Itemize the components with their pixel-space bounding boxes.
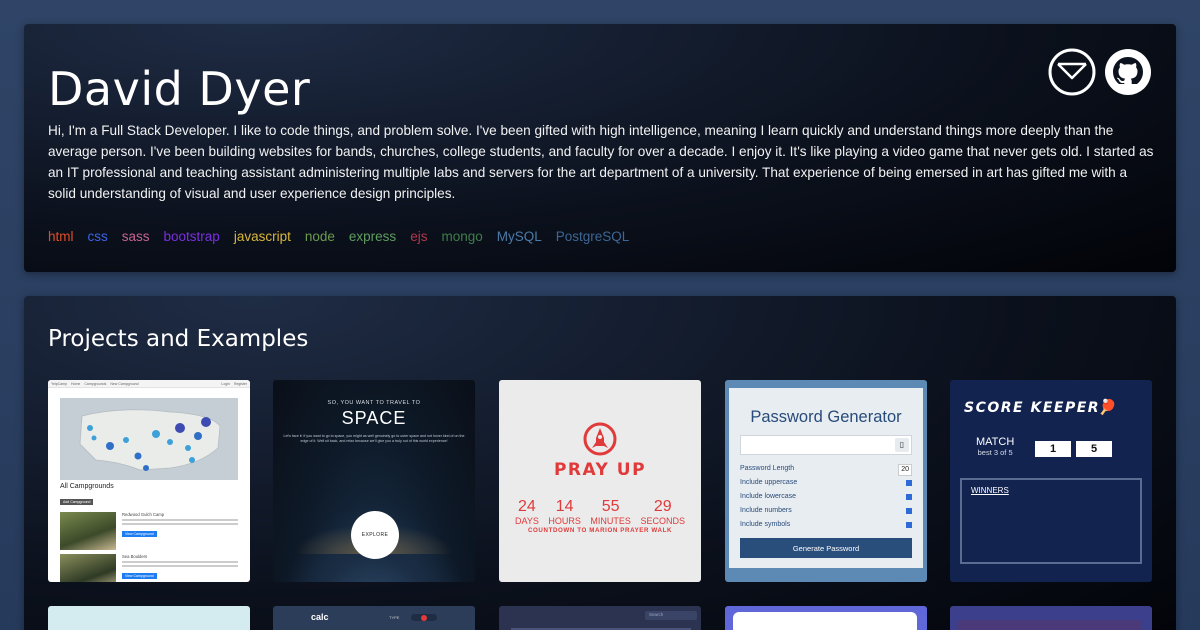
social-links bbox=[1048, 48, 1152, 96]
projects-card: Projects and Examples YelpCamp Home Camp… bbox=[24, 296, 1176, 630]
skill-node: node bbox=[304, 229, 335, 244]
winners-box: WINNERS bbox=[960, 478, 1142, 564]
skill-html: html bbox=[48, 229, 74, 244]
project-tile-pray-up[interactable]: PRAY UP 24 DAYS 14 HOURS 55 MINUTES 29 SECON… bbox=[499, 380, 701, 582]
page-title: David Dyer bbox=[48, 62, 311, 116]
yelpcamp-heading: All Campgrounds bbox=[60, 483, 114, 490]
skill-mongo: mongo bbox=[441, 229, 483, 244]
countdown-days: 24 DAYS bbox=[515, 498, 539, 526]
project-tile-password-generator[interactable]: Password Generator ▯ Password Length 20 I… bbox=[725, 380, 927, 582]
yelpcamp-nav-new: New Campground bbox=[110, 381, 139, 386]
space-subtitle: SO, YOU WANT TO TRAVEL TO bbox=[327, 400, 421, 406]
ping-pong-icon: 🏓 bbox=[1098, 398, 1117, 416]
project-tile-row2-1[interactable] bbox=[48, 606, 250, 630]
skill-css: css bbox=[87, 229, 108, 244]
project-tile-row2-3[interactable]: Search bbox=[499, 606, 701, 630]
countdown-hours: 14 HOURS bbox=[548, 498, 581, 526]
score-separator: / bbox=[1066, 442, 1070, 455]
explore-button: EXPLORE bbox=[351, 511, 399, 559]
password-title: Password Generator bbox=[750, 408, 902, 426]
yelpcamp-add-button: Add Campground bbox=[60, 499, 94, 505]
skill-sass: sass bbox=[121, 229, 150, 244]
project-tile-row2-4[interactable] bbox=[725, 606, 927, 630]
yelpcamp-view-button: View Campground bbox=[122, 531, 157, 537]
calc-label: calc bbox=[311, 612, 329, 622]
skill-mysql: MySQL bbox=[496, 229, 542, 244]
skill-bootstrap: bootstrap bbox=[163, 229, 220, 244]
email-link[interactable] bbox=[1048, 48, 1096, 96]
skill-ejs: ejs bbox=[410, 229, 428, 244]
yelpcamp-nav-home: Home bbox=[71, 381, 81, 386]
space-body: Let's face it: if you want to go to spac… bbox=[283, 434, 465, 443]
skill-postgresql: PostgreSQL bbox=[555, 229, 630, 244]
yelpcamp-item-title: Sea Boulders bbox=[122, 554, 148, 559]
github-link[interactable] bbox=[1104, 48, 1152, 96]
toggle-switch bbox=[411, 614, 437, 621]
password-panel: Password Generator ▯ Password Length 20 I… bbox=[729, 388, 923, 568]
mail-icon bbox=[1048, 48, 1096, 96]
clipboard-icon: ▯ bbox=[895, 438, 909, 452]
yelpcamp-photo bbox=[60, 554, 116, 582]
skills-list: html css sass bootstrap javascript node expres… bbox=[48, 229, 629, 244]
skill-javascript: javascript bbox=[233, 229, 291, 244]
bio-text: Hi, I'm a Full Stack Developer. I like t… bbox=[48, 123, 1154, 201]
score-keeper-title: SCORE KEEPER bbox=[964, 400, 1101, 416]
project-tile-space[interactable]: SO, YOU WANT TO TRAVEL TO SPACE Let's fa… bbox=[273, 380, 475, 582]
search-input: Search bbox=[645, 611, 697, 620]
yelpcamp-login: Login bbox=[221, 381, 230, 386]
calc-type-label: TYPE bbox=[389, 615, 400, 620]
skill-express: express bbox=[348, 229, 397, 244]
countdown-seconds: 29 SECONDS bbox=[640, 498, 685, 526]
project-tile-yelpcamp[interactable]: YelpCamp Home Campgrounds New Campground… bbox=[48, 380, 250, 582]
countdown: 24 DAYS 14 HOURS 55 MINUTES 29 SECONDS bbox=[515, 498, 685, 526]
score-right: 5 bbox=[1076, 441, 1112, 457]
yelpcamp-item-title: Redwood Gulch Camp bbox=[122, 512, 165, 517]
generate-password-button: Generate Password bbox=[740, 538, 912, 558]
project-tile-row2-2[interactable]: calc TYPE bbox=[273, 606, 475, 630]
countdown-minutes: 55 MINUTES bbox=[590, 498, 631, 526]
password-options: Password Length 20 Include uppercase Incl… bbox=[740, 462, 912, 532]
winners-label: WINNERS bbox=[971, 486, 1009, 495]
space-title: SPACE bbox=[341, 408, 407, 428]
pray-up-title: PRAY UP bbox=[553, 460, 647, 480]
project-tile-score-keeper[interactable]: SCORE KEEPER 🏓 MATCH best 3 of 5 1 / 5 W… bbox=[950, 380, 1152, 582]
password-output: ▯ bbox=[740, 435, 912, 455]
yelpcamp-nav-camps: Campgrounds bbox=[84, 381, 107, 386]
countdown-caption: COUNTDOWN TO MARION PRAYER WALK bbox=[527, 527, 673, 534]
map-markers bbox=[79, 409, 221, 471]
rocket-logo-icon bbox=[583, 422, 617, 456]
yelpcamp-register: Register bbox=[233, 381, 247, 386]
intro-card: David Dyer Hi, I'm a Full Stack Develope… bbox=[24, 24, 1176, 272]
yelpcamp-view-button: View Campground bbox=[122, 573, 157, 579]
yelpcamp-photo bbox=[60, 512, 116, 550]
yelpcamp-brand: YelpCamp bbox=[51, 381, 68, 386]
yelpcamp-map bbox=[60, 398, 238, 480]
github-icon bbox=[1105, 49, 1151, 95]
project-tile-row2-5[interactable] bbox=[950, 606, 1152, 630]
match-label: MATCH best 3 of 5 bbox=[976, 436, 1015, 457]
section-title: Projects and Examples bbox=[48, 326, 309, 352]
